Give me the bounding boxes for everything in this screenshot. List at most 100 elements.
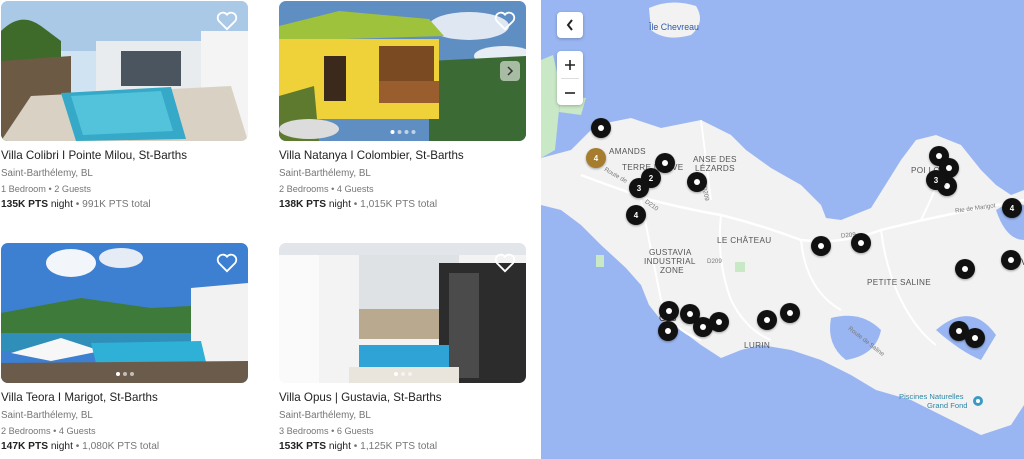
place-label: LE CHÂTEAU [717,236,772,245]
cluster-count: 3 [933,175,939,185]
price-unit: night [326,199,351,210]
place-label: ANSE DES [693,155,737,164]
marker-dot [956,328,962,334]
total-price: • 991K PTS total [72,199,151,210]
favorite-heart-icon[interactable] [216,253,238,273]
listing-title[interactable]: Villa Colibri I Pointe Milou, St-Barths [1,149,248,162]
listing-location: Saint-Barthélemy, BL [279,168,371,179]
place-label: PETITE SALINE [867,278,931,287]
listing-location: Saint-Barthélemy, BL [279,410,371,421]
total-price: • 1,125K PTS total [350,441,438,452]
road-label: D209 [707,258,722,265]
map-marker[interactable] [1001,250,1021,270]
listing-photo[interactable] [1,1,248,141]
pagination-dot [122,372,127,376]
pagination-dot [411,130,415,134]
poi-label: Piscines Naturelles Grand Fond [899,392,968,410]
marker-dot [946,165,952,171]
map-cluster-marker[interactable]: 4 [1002,198,1022,218]
map-cluster-marker[interactable]: 3 [926,170,946,190]
nightly-price: 138K PTS [279,199,326,210]
marker-dot [764,317,770,323]
listing-capacity: 2 Bedrooms • 4 Guests [1,426,96,436]
listing-capacity: 2 Bedrooms • 4 Guests [279,184,374,194]
marker-dot [1008,257,1014,263]
map-marker[interactable] [687,172,707,192]
place-label: ZONE [660,266,684,275]
nightly-price: 135K PTS [1,199,48,210]
map-panel[interactable]: Île Chevreau AMANDS TERRE NEUVE ANSE DES… [541,0,1024,459]
place-label: LURIN [744,341,771,350]
map-marker[interactable] [965,328,985,348]
map-marker[interactable] [757,310,777,330]
cluster-count: 4 [593,153,599,163]
yellow-villa-image [279,1,526,141]
nightly-price: 147K PTS [1,441,48,452]
nightly-price: 153K PTS [279,441,326,452]
listing-card[interactable]: Villa Opus | Gustavia, St-Barths Saint-B… [279,243,526,452]
map-marker[interactable] [658,321,678,341]
listing-price: 135K PTS night • 991K PTS total [1,199,248,210]
place-label: INDUSTRIAL [644,257,696,266]
pagination-dot [400,372,405,376]
zoom-out-button[interactable] [557,79,583,106]
marker-dot [598,125,604,131]
listing-title[interactable]: Villa Opus | Gustavia, St-Barths [279,391,526,404]
pagination-dot [397,130,401,134]
cluster-count: 3 [636,183,642,193]
map-marker[interactable] [811,236,831,256]
cluster-count: 2 [648,173,654,183]
total-price: • 1,080K PTS total [72,441,160,452]
listing-capacity: 1 Bedroom • 2 Guests [1,184,92,194]
listing-price: 147K PTS night • 1,080K PTS total [1,441,248,452]
map-cluster-marker[interactable]: 4 [626,205,646,225]
price-unit: night [48,441,73,452]
listing-photo[interactable] [279,1,526,141]
listing-photo[interactable] [279,243,526,383]
marker-dot [687,311,693,317]
poi-label-line: Grand Fond [927,401,968,410]
listing-title[interactable]: Villa Teora I Marigot, St-Barths [1,391,248,404]
favorite-heart-icon[interactable] [494,253,516,273]
listing-location: Saint-Barthélemy, BL [1,168,93,179]
map-marker[interactable] [780,303,800,323]
listing-card[interactable]: Villa Colibri I Pointe Milou, St-Barths … [1,1,248,210]
map-marker[interactable] [851,233,871,253]
marker-dot [665,328,671,334]
marker-dot [662,160,668,166]
poi-label-line: Piscines Naturelles [899,392,964,401]
map-marker[interactable] [591,118,611,138]
marker-dot [972,335,978,341]
listing-photo[interactable] [1,243,248,383]
map-marker[interactable] [709,312,729,332]
listing-capacity: 3 Bedrooms • 6 Guests [279,426,374,436]
favorite-heart-icon[interactable] [494,11,516,31]
collapse-map-button[interactable] [557,12,583,38]
zoom-in-button[interactable] [557,51,583,78]
place-label: Île Chevreau [649,22,699,32]
marker-dot [858,240,864,246]
marker-dot [694,179,700,185]
pagination-dot [407,372,412,376]
marker-dot [787,310,793,316]
marker-dot [818,243,824,249]
marker-dot [936,153,942,159]
listing-card[interactable]: Villa Natanya I Colombier, St-Barths Sai… [279,1,526,210]
listing-card[interactable]: Villa Teora I Marigot, St-Barths Saint-B… [1,243,248,452]
next-photo-button[interactable] [500,61,520,81]
listing-title[interactable]: Villa Natanya I Colombier, St-Barths [279,149,526,162]
price-unit: night [326,441,351,452]
island-map [541,2,1024,435]
pagination-dot [393,372,398,376]
pool-villa-image [1,1,248,141]
marker-dot [700,324,706,330]
listing-location: Saint-Barthélemy, BL [1,410,93,421]
map-marker[interactable] [955,259,975,279]
map-marker[interactable] [659,301,679,321]
map-cluster-marker[interactable]: 3 [629,178,649,198]
cluster-count: 4 [633,210,639,220]
map-cluster-marker[interactable]: 4 [586,148,606,168]
favorite-heart-icon[interactable] [216,11,238,31]
photo-pagination [115,372,134,376]
cluster-count: 4 [1009,203,1015,213]
